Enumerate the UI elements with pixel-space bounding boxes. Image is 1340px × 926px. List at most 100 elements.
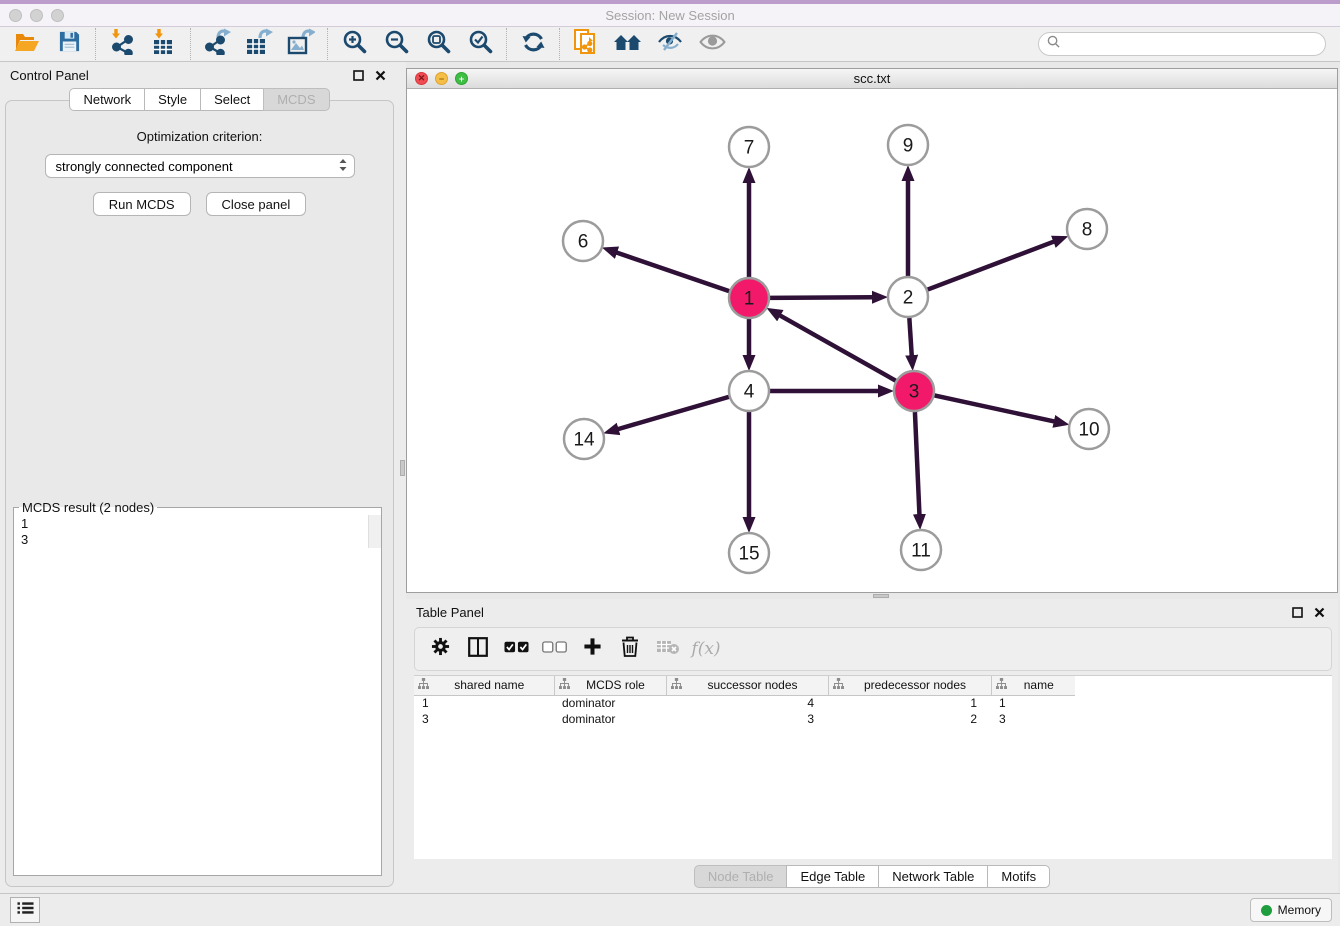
network-canvas[interactable]: 7 9 6 8 1 2 4 3 14 10 15 11 <box>407 89 1337 592</box>
table-cell[interactable]: 3 <box>991 711 1075 727</box>
column-header-name[interactable]: name <box>991 676 1075 695</box>
graph-node-1[interactable]: 1 <box>729 278 769 318</box>
import-network-button[interactable] <box>101 28 143 60</box>
zoom-out-icon <box>384 29 409 59</box>
criterion-select[interactable]: strongly connected component <box>45 154 355 178</box>
tab-network-table[interactable]: Network Table <box>878 865 988 888</box>
run-mcds-button[interactable]: Run MCDS <box>93 192 191 216</box>
graph-node-11[interactable]: 11 <box>901 530 941 570</box>
vertical-splitter[interactable] <box>399 62 406 893</box>
list-icon <box>17 901 34 920</box>
export-network-button[interactable] <box>196 28 238 60</box>
delete-table-icon <box>656 639 680 660</box>
home-button[interactable] <box>607 28 649 60</box>
column-header-successor-nodes[interactable]: successor nodes <box>666 676 828 695</box>
graph-node-6[interactable]: 6 <box>563 221 603 261</box>
toolbar-separator <box>327 28 328 60</box>
status-bar: Memory <box>0 893 1340 926</box>
close-panel-button[interactable]: Close panel <box>206 192 307 216</box>
table-cell[interactable]: 2 <box>828 711 991 727</box>
hide-graphics-button[interactable] <box>649 28 691 60</box>
float-panel-icon[interactable] <box>1288 603 1306 621</box>
column-header-shared-name[interactable]: shared name <box>414 676 554 695</box>
graph-node-14[interactable]: 14 <box>564 419 604 459</box>
graph-node-3[interactable]: 3 <box>894 371 934 411</box>
node-label: 2 <box>903 288 914 309</box>
graph-node-2[interactable]: 2 <box>888 277 928 317</box>
graph-edge-3-11[interactable] <box>915 412 920 515</box>
close-panel-icon[interactable] <box>371 66 389 84</box>
table-row[interactable]: 3dominator323 <box>414 711 1075 727</box>
deselect-all-button[interactable] <box>539 634 569 664</box>
table-cell[interactable]: 1 <box>414 695 554 711</box>
column-header-predecessor-nodes[interactable]: predecessor nodes <box>828 676 991 695</box>
tab-select[interactable]: Select <box>200 88 264 111</box>
result-scrollbar[interactable] <box>368 515 381 548</box>
zoom-out-button[interactable] <box>375 28 417 60</box>
graph-node-9[interactable]: 9 <box>888 125 928 165</box>
import-table-button[interactable] <box>143 28 185 60</box>
split-panel-button[interactable] <box>463 634 493 664</box>
graph-edge-2-8[interactable] <box>928 241 1055 289</box>
copy-style-button[interactable] <box>565 28 607 60</box>
table-cell[interactable]: dominator <box>554 695 666 711</box>
graph-node-10[interactable]: 10 <box>1069 409 1109 449</box>
app-window: Session: New Session <box>0 0 1340 926</box>
tab-style[interactable]: Style <box>144 88 201 111</box>
tab-mcds[interactable]: MCDS <box>263 88 329 111</box>
network-window-titlebar[interactable]: ✕ − + scc.txt <box>407 69 1337 89</box>
graph-edge-2-3[interactable] <box>909 318 911 356</box>
select-all-button[interactable] <box>501 634 531 664</box>
float-panel-icon[interactable] <box>349 66 367 84</box>
table-cell[interactable]: 1 <box>991 695 1075 711</box>
table-panel: Table Panel <box>406 599 1338 893</box>
zoom-selected-button[interactable] <box>459 28 501 60</box>
open-session-button[interactable] <box>6 28 48 60</box>
copy-style-icon <box>573 28 599 61</box>
graph-node-4[interactable]: 4 <box>729 371 769 411</box>
graph-edge-4-14[interactable] <box>618 397 729 429</box>
memory-button[interactable]: Memory <box>1250 898 1332 922</box>
table-cell[interactable]: dominator <box>554 711 666 727</box>
graph-node-8[interactable]: 8 <box>1067 209 1107 249</box>
graph-edge-3-10[interactable] <box>935 395 1055 421</box>
table-row[interactable]: 1dominator411 <box>414 695 1075 711</box>
mcds-tab-content: Optimization criterion: strongly connect… <box>5 100 394 887</box>
tab-network[interactable]: Network <box>69 88 145 111</box>
toolbar-separator <box>559 28 560 60</box>
splitter-handle[interactable] <box>873 594 889 598</box>
search-input[interactable] <box>1065 37 1317 51</box>
graph-node-15[interactable]: 15 <box>729 533 769 573</box>
table-cell[interactable]: 3 <box>666 711 828 727</box>
add-column-button[interactable] <box>577 634 607 664</box>
table-cell[interactable]: 3 <box>414 711 554 727</box>
horizontal-splitter[interactable] <box>406 593 1340 599</box>
refresh-button[interactable] <box>512 28 554 60</box>
function-builder-button[interactable]: f(x) <box>691 634 721 664</box>
graph-edge-1-2[interactable] <box>770 297 873 298</box>
tab-node-table[interactable]: Node Table <box>694 865 788 888</box>
tab-motifs[interactable]: Motifs <box>987 865 1050 888</box>
column-settings-button[interactable] <box>425 634 455 664</box>
column-header-MCDS-role[interactable]: MCDS role <box>554 676 666 695</box>
show-graphics-button[interactable] <box>691 28 733 60</box>
export-table-button[interactable] <box>238 28 280 60</box>
save-session-button[interactable] <box>48 28 90 60</box>
close-panel-icon[interactable] <box>1310 603 1328 621</box>
zoom-fit-button[interactable] <box>417 28 459 60</box>
graph-edge-3-1[interactable] <box>779 315 895 381</box>
task-history-button[interactable] <box>10 897 40 923</box>
delete-column-button[interactable] <box>615 634 645 664</box>
criterion-value: strongly connected component <box>56 159 338 174</box>
export-image-button[interactable] <box>280 28 322 60</box>
table-cell[interactable]: 4 <box>666 695 828 711</box>
delete-table-button[interactable] <box>653 634 683 664</box>
graph-node-7[interactable]: 7 <box>729 127 769 167</box>
graph-edge-1-6[interactable] <box>616 252 729 291</box>
table-cell[interactable]: 1 <box>828 695 991 711</box>
splitter-handle[interactable] <box>400 460 405 476</box>
memory-status-icon <box>1261 905 1272 916</box>
zoom-in-button[interactable] <box>333 28 375 60</box>
tab-edge-table[interactable]: Edge Table <box>786 865 879 888</box>
column-label: name <box>1007 678 1072 692</box>
